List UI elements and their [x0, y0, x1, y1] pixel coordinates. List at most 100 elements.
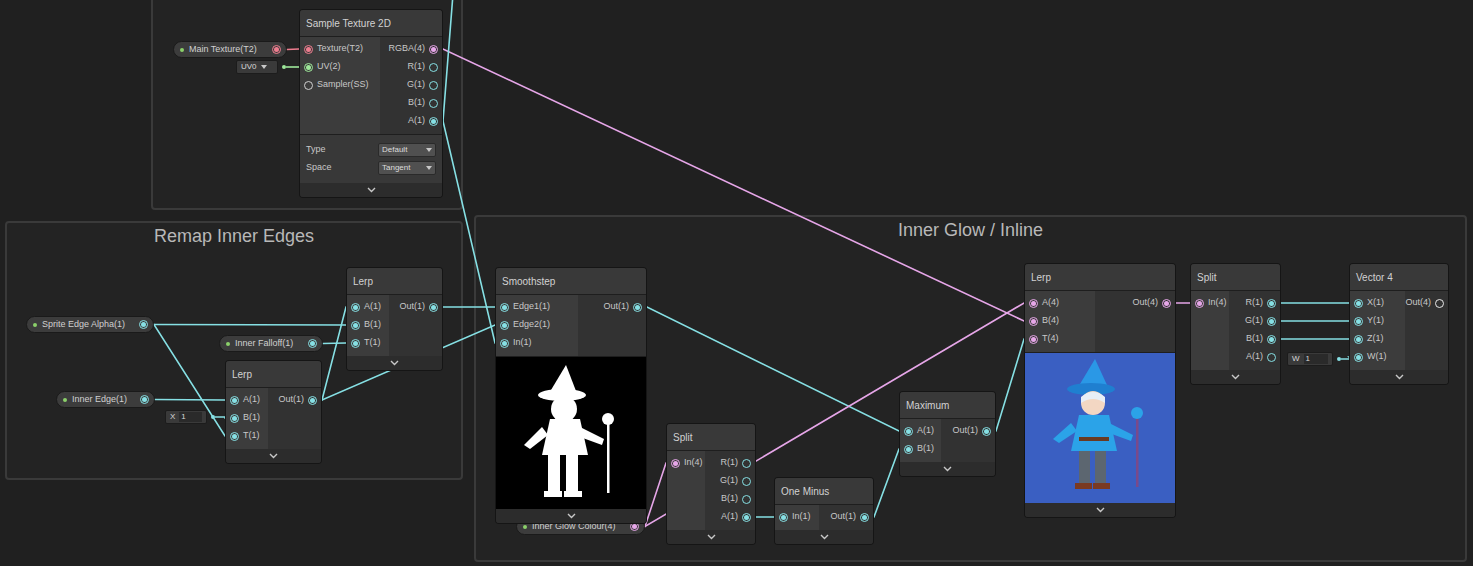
- input-port[interactable]: A(4): [1025, 294, 1095, 312]
- port-dot[interactable]: [742, 513, 751, 522]
- output-port[interactable]: Out(4): [1095, 294, 1175, 312]
- wire[interactable]: [1271, 338, 1359, 340]
- graph-node[interactable]: SplitIn(4)R(1)G(1)B(1)A(1): [667, 424, 755, 544]
- output-port[interactable]: RGBA(4): [380, 40, 442, 58]
- input-port[interactable]: W(1): [1350, 348, 1405, 366]
- port-dot[interactable]: [1267, 299, 1276, 308]
- graph-node[interactable]: LerpA(1)B(1)T(1)Out(1): [347, 268, 442, 370]
- port-dot[interactable]: [429, 45, 438, 54]
- port-dot[interactable]: [500, 339, 509, 348]
- input-port[interactable]: A(1): [226, 391, 268, 409]
- output-port[interactable]: G(1): [380, 76, 442, 94]
- input-port[interactable]: T(1): [347, 334, 389, 352]
- number-field[interactable]: W1: [1287, 352, 1333, 366]
- port-dot[interactable]: [429, 81, 438, 90]
- port-dot[interactable]: [1354, 353, 1363, 362]
- output-port[interactable]: Out(1): [941, 422, 995, 440]
- graph-node[interactable]: Vector 4X(1)Y(1)Z(1)W(1)Out(4): [1350, 264, 1448, 384]
- input-port[interactable]: In(1): [496, 334, 578, 352]
- input-port[interactable]: Edge1(1): [496, 298, 578, 316]
- property-node[interactable]: Inner Edge(1): [56, 391, 155, 408]
- output-port[interactable]: G(1): [705, 472, 755, 490]
- port-dot[interactable]: [1029, 335, 1038, 344]
- expand-toggle[interactable]: [1350, 370, 1448, 384]
- port-dot[interactable]: [230, 432, 239, 441]
- wire[interactable]: [433, 121, 505, 343]
- port-dot[interactable]: [429, 63, 438, 72]
- output-port[interactable]: Out(1): [819, 508, 873, 526]
- output-port[interactable]: Out(4): [1405, 294, 1448, 312]
- input-port[interactable]: Edge2(1): [496, 316, 578, 334]
- graph-node[interactable]: LerpA(1)B(1)T(1)Out(1): [226, 361, 321, 463]
- uv-dropdown[interactable]: UV0: [236, 60, 278, 74]
- port-dot[interactable]: [860, 513, 869, 522]
- port-dot[interactable]: [308, 339, 317, 348]
- port-dot[interactable]: [308, 396, 317, 405]
- output-port[interactable]: Out(1): [389, 298, 442, 316]
- input-port[interactable]: Texture(T2): [300, 40, 380, 58]
- graph-node[interactable]: Sample Texture 2DTexture(T2)UV(2)Sampler…: [300, 10, 442, 197]
- port-dot[interactable]: [351, 321, 360, 330]
- port-dot[interactable]: [904, 427, 913, 436]
- port-dot[interactable]: [1354, 335, 1363, 344]
- input-port[interactable]: A(1): [347, 298, 389, 316]
- port-dot[interactable]: [779, 513, 788, 522]
- port-dot[interactable]: [1354, 299, 1363, 308]
- port-dot[interactable]: [671, 459, 680, 468]
- port-dot[interactable]: [742, 477, 751, 486]
- port-dot[interactable]: [500, 321, 509, 330]
- port-dot[interactable]: [904, 445, 913, 454]
- port-dot[interactable]: [1267, 317, 1276, 326]
- input-port[interactable]: T(4): [1025, 330, 1095, 348]
- port-dot[interactable]: [1162, 299, 1171, 308]
- wire[interactable]: [433, 49, 1034, 321]
- port-dot[interactable]: [304, 81, 313, 90]
- port-dot[interactable]: [1029, 317, 1038, 326]
- output-port[interactable]: B(1): [380, 94, 442, 112]
- output-port[interactable]: B(1): [1229, 330, 1280, 348]
- port-dot[interactable]: [429, 117, 438, 126]
- port-dot[interactable]: [304, 63, 313, 72]
- port-dot[interactable]: [1435, 299, 1444, 308]
- property-node[interactable]: Main Texture(T2): [173, 41, 287, 58]
- port-dot[interactable]: [351, 303, 360, 312]
- input-port[interactable]: T(1): [226, 427, 268, 445]
- input-port[interactable]: UV(2): [300, 58, 380, 76]
- input-port[interactable]: Sampler(SS): [300, 76, 380, 94]
- port-dot[interactable]: [1354, 317, 1363, 326]
- port-dot[interactable]: [139, 320, 148, 329]
- expand-toggle[interactable]: [775, 530, 873, 544]
- input-port[interactable]: In(1): [775, 508, 819, 526]
- expand-toggle[interactable]: [1025, 503, 1175, 517]
- port-dot[interactable]: [429, 99, 438, 108]
- input-port[interactable]: Z(1): [1350, 330, 1405, 348]
- input-port[interactable]: X(1): [1350, 294, 1405, 312]
- input-port[interactable]: Y(1): [1350, 312, 1405, 330]
- output-port[interactable]: B(1): [705, 490, 755, 508]
- wire[interactable]: [433, 306, 505, 308]
- expand-toggle[interactable]: [226, 449, 321, 463]
- expand-toggle[interactable]: [347, 356, 442, 370]
- property-node[interactable]: Sprite Edge Alpha(1): [26, 316, 154, 333]
- port-dot[interactable]: [272, 45, 281, 54]
- output-port[interactable]: R(1): [705, 454, 755, 472]
- property-node[interactable]: Inner Falloff(1): [219, 335, 323, 352]
- input-port[interactable]: B(1): [226, 409, 268, 427]
- output-port[interactable]: A(1): [380, 112, 442, 130]
- port-dot[interactable]: [1267, 335, 1276, 344]
- port-dot[interactable]: [742, 495, 751, 504]
- port-dot[interactable]: [633, 303, 642, 312]
- port-dot[interactable]: [429, 303, 438, 312]
- output-port[interactable]: R(1): [1229, 294, 1280, 312]
- wire[interactable]: [637, 307, 909, 431]
- input-port[interactable]: In(4): [667, 454, 705, 472]
- wire[interactable]: [1271, 320, 1359, 322]
- port-dot[interactable]: [140, 395, 149, 404]
- port-dot[interactable]: [1267, 353, 1276, 362]
- graph-node[interactable]: One MinusIn(1)Out(1): [775, 478, 873, 544]
- expand-toggle[interactable]: [667, 530, 755, 544]
- graph-node[interactable]: LerpA(4)B(4)T(4)Out(4): [1025, 264, 1175, 517]
- setting-dropdown[interactable]: Tangent: [378, 161, 436, 175]
- graph-node[interactable]: SmoothstepEdge1(1)Edge2(1)In(1)Out(1): [496, 268, 646, 523]
- input-port[interactable]: B(4): [1025, 312, 1095, 330]
